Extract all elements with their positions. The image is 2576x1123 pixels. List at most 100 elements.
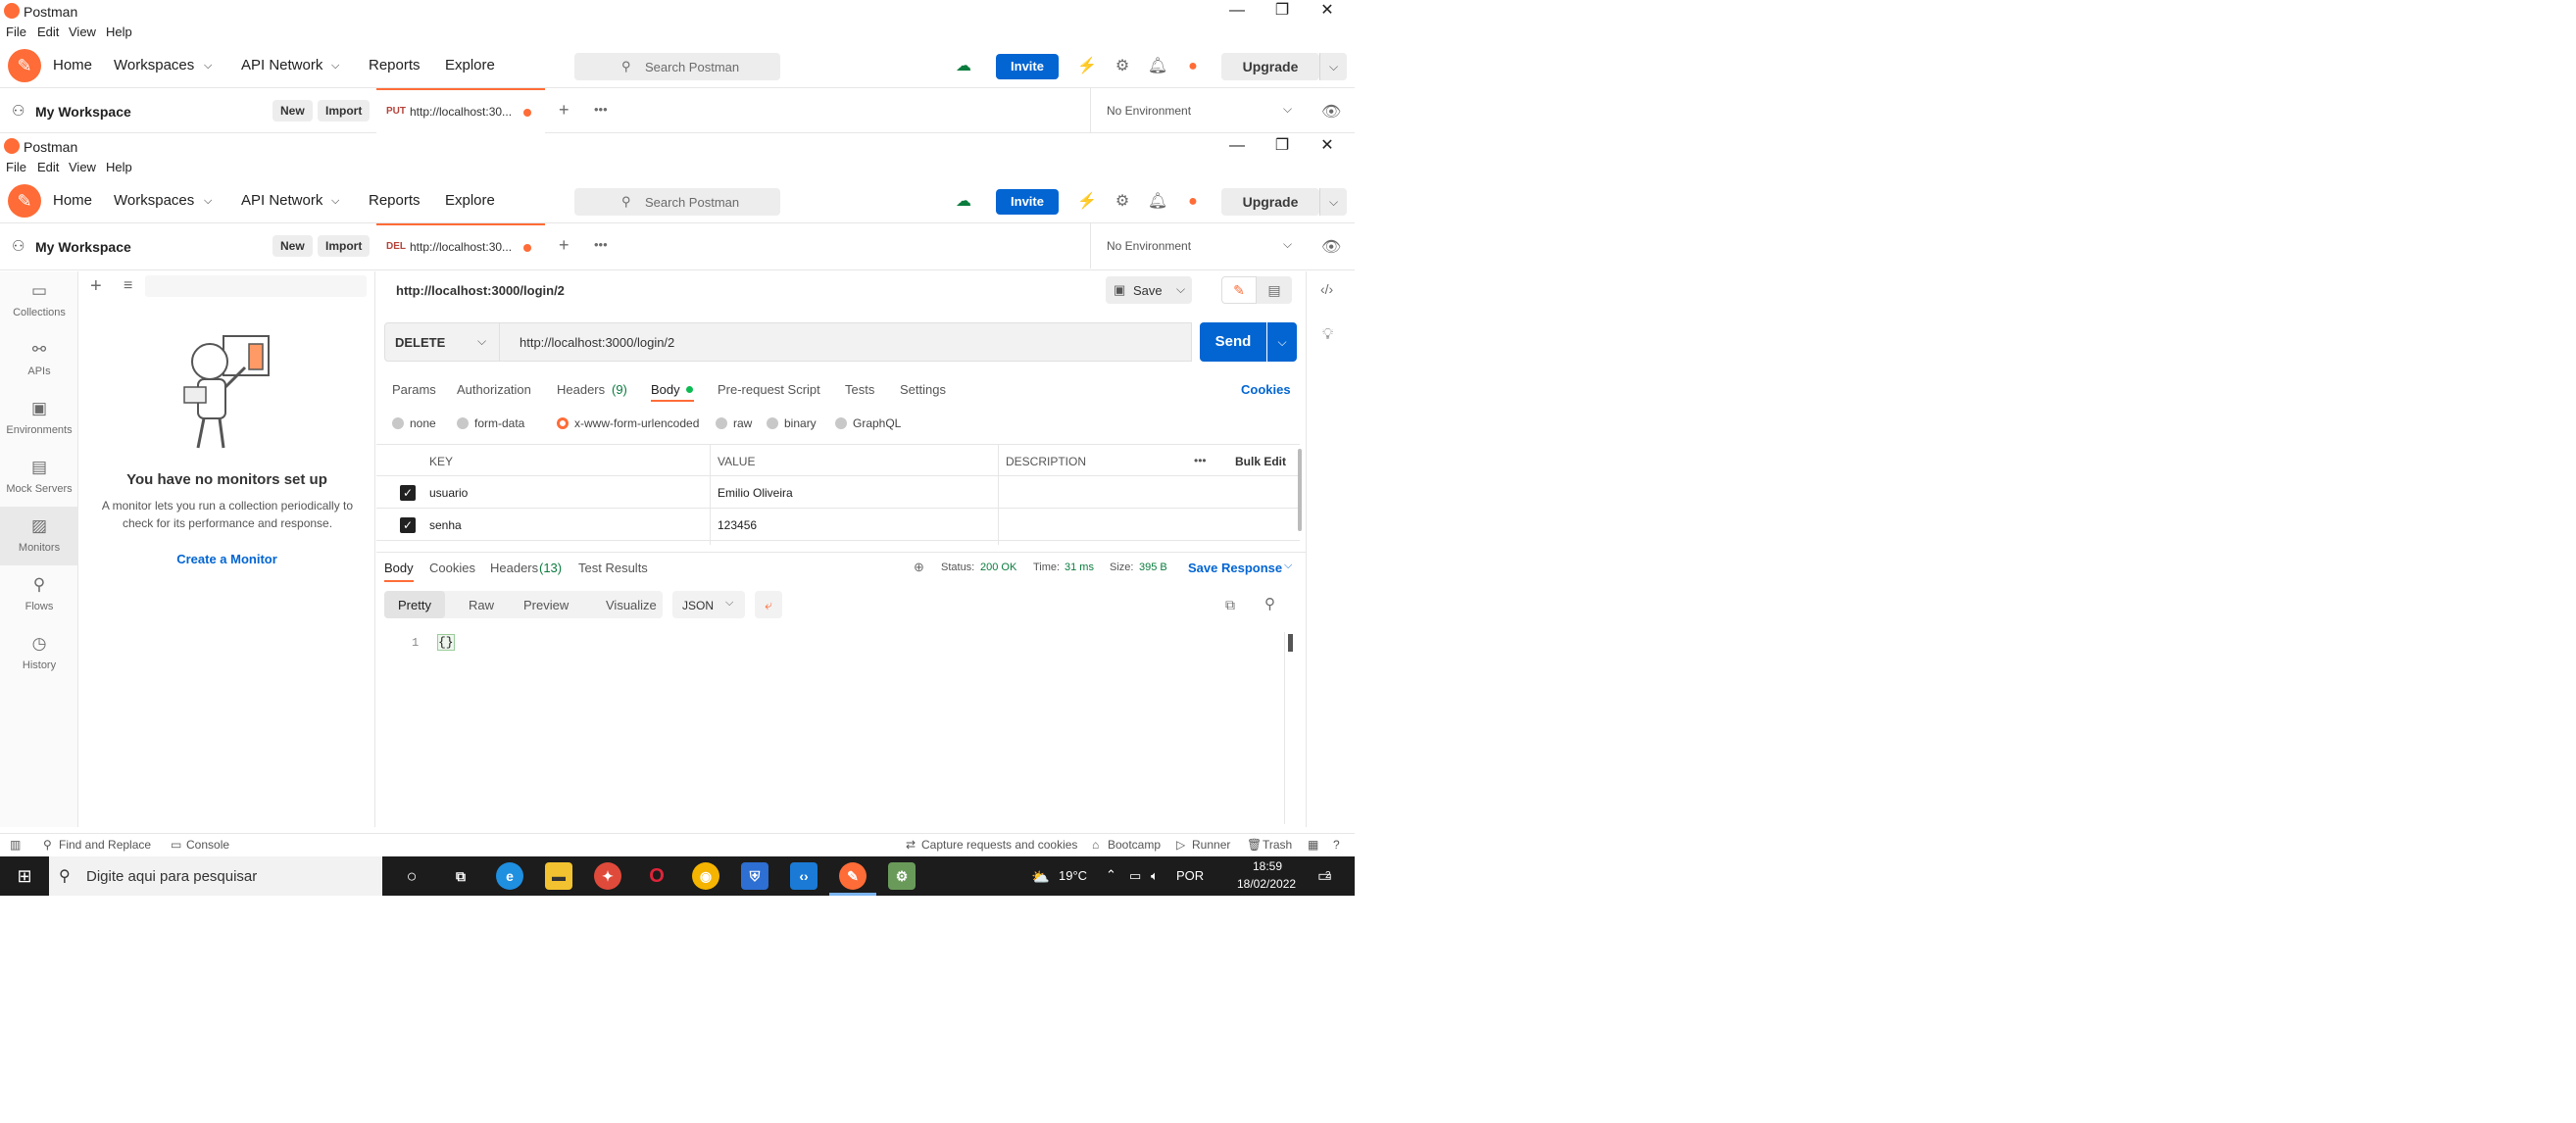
tab-tests[interactable]: Tests — [845, 382, 874, 397]
postman-home-icon[interactable]: ✎ — [8, 49, 41, 82]
restore-button[interactable]: ❐ — [1264, 135, 1300, 157]
create-monitor-link[interactable]: Create a Monitor — [78, 552, 375, 566]
nav-api-network[interactable]: API Network — [241, 192, 322, 209]
search-icon[interactable]: ⚲ — [1264, 595, 1275, 612]
search-box[interactable]: ⚲ Search Postman — [574, 188, 780, 216]
eye-icon[interactable]: 👁︎ — [1321, 237, 1341, 257]
format-select[interactable]: JSON ⌵ — [672, 591, 745, 618]
sync-cloud-icon[interactable]: ☁ — [953, 56, 974, 77]
runner-button[interactable]: Runner — [1192, 838, 1230, 852]
clock-time[interactable]: 18:59 — [1253, 859, 1282, 873]
lightbulb-icon[interactable]: 💡︎ — [1322, 326, 1333, 344]
postman-taskbar-icon[interactable]: ✎ — [839, 862, 867, 890]
rail-history[interactable]: ◷ History — [0, 624, 78, 683]
tab-headers[interactable]: Headers — [557, 382, 605, 397]
nav-reports[interactable]: Reports — [369, 57, 421, 73]
tab-settings[interactable]: Settings — [900, 382, 946, 397]
vscode-icon[interactable]: ‹› — [790, 862, 817, 890]
response-code[interactable]: {} — [437, 634, 455, 651]
app-red-icon[interactable]: ✦ — [594, 862, 621, 890]
row-key[interactable]: senha — [429, 518, 462, 532]
method-select[interactable]: DELETE ⌵ — [384, 322, 500, 362]
windows-start-icon[interactable]: ⊞ — [0, 856, 49, 896]
new-tab-icon[interactable]: + — [559, 100, 570, 121]
minimize-button[interactable]: — — [1219, 135, 1255, 157]
row-checkbox[interactable]: ✓ — [400, 517, 416, 533]
capture-button[interactable]: Capture requests and cookies — [921, 838, 1077, 852]
radio-raw[interactable] — [716, 417, 727, 429]
bootcamp-button[interactable]: Bootcamp — [1108, 838, 1161, 852]
network-icon[interactable]: ▭ — [1129, 868, 1141, 884]
taskbar-search-input[interactable]: ⚲ Digite aqui para pesquisar — [49, 856, 382, 896]
tab-pre-request-script[interactable]: Pre-request Script — [718, 382, 820, 397]
url-input[interactable]: http://localhost:3000/login/2 — [500, 322, 1192, 362]
nav-explore[interactable]: Explore — [445, 57, 495, 73]
restore-button[interactable]: ❐ — [1264, 0, 1300, 22]
rail-monitors[interactable]: ▨ Monitors — [0, 507, 78, 565]
globe-icon[interactable]: ⊕ — [914, 560, 924, 575]
new-button[interactable]: New — [272, 235, 313, 257]
radio-binary[interactable] — [767, 417, 778, 429]
tab-params[interactable]: Params — [392, 382, 436, 397]
more-tabs-icon[interactable]: ••• — [594, 102, 608, 117]
file-explorer-icon[interactable]: ▬ — [545, 862, 572, 890]
edge-icon[interactable]: e — [496, 862, 523, 890]
gear-icon[interactable]: ⚙ — [1112, 191, 1133, 213]
gear-icon[interactable]: ⚙ — [1112, 56, 1133, 77]
rail-apis[interactable]: ⚯ APIs — [0, 330, 78, 389]
code-icon[interactable]: ‹/› — [1320, 281, 1333, 297]
bell-icon[interactable]: 🔔︎ — [1147, 56, 1168, 77]
filter-icon[interactable]: ≡ — [124, 277, 132, 295]
edit-icon[interactable]: ✎ — [1221, 276, 1257, 304]
upgrade-chevron-icon[interactable]: ⌵ — [1319, 53, 1347, 80]
response-scrollbar[interactable] — [1288, 634, 1293, 652]
menu-file[interactable]: File — [6, 24, 26, 39]
sync-cloud-icon[interactable]: ☁ — [953, 191, 974, 213]
save-response-button[interactable]: Save Response — [1188, 561, 1282, 575]
eye-icon[interactable]: 👁︎ — [1321, 102, 1341, 122]
resp-tab-test-results[interactable]: Test Results — [578, 561, 648, 575]
workspace-name[interactable]: My Workspace — [35, 239, 131, 255]
resp-tab-body[interactable]: Body — [384, 561, 414, 575]
language-indicator[interactable]: POR — [1176, 868, 1204, 883]
request-tab[interactable]: PUT http://localhost:30... — [376, 88, 545, 133]
search-box[interactable]: ⚲ Search Postman — [574, 53, 780, 80]
nav-home[interactable]: Home — [53, 192, 92, 209]
save-button[interactable]: ▣ Save ⌵ — [1106, 276, 1192, 304]
resp-tab-cookies[interactable]: Cookies — [429, 561, 475, 575]
row-key[interactable]: usuario — [429, 486, 468, 500]
view-preview[interactable]: Preview — [523, 598, 569, 612]
rail-environments[interactable]: ▣ Environments — [0, 389, 78, 448]
upgrade-button[interactable]: Upgrade — [1221, 53, 1319, 80]
import-button[interactable]: Import — [318, 235, 371, 257]
invite-button[interactable]: Invite — [996, 189, 1059, 215]
close-button[interactable]: ✕ — [1310, 135, 1345, 157]
nav-workspaces[interactable]: Workspaces — [114, 57, 194, 73]
satellite-icon[interactable]: ⚡ — [1076, 191, 1098, 213]
close-button[interactable]: ✕ — [1310, 0, 1345, 22]
copy-icon[interactable]: ⧉ — [1225, 597, 1235, 613]
satellite-icon[interactable]: ⚡ — [1076, 56, 1098, 77]
request-tab[interactable]: DEL http://localhost:30... — [376, 223, 545, 269]
menu-edit[interactable]: Edit — [37, 160, 59, 174]
upgrade-chevron-icon[interactable]: ⌵ — [1319, 188, 1347, 216]
radio-graphql[interactable] — [835, 417, 847, 429]
more-options-icon[interactable]: ••• — [1194, 454, 1207, 467]
bell-icon[interactable]: 🔔︎ — [1147, 191, 1168, 213]
table-scrollbar[interactable] — [1298, 449, 1302, 531]
bulk-edit-button[interactable]: Bulk Edit — [1235, 455, 1286, 468]
new-button[interactable]: New — [272, 100, 313, 122]
cookies-link[interactable]: Cookies — [1241, 382, 1291, 397]
find-replace-button[interactable]: Find and Replace — [59, 838, 151, 852]
menu-help[interactable]: Help — [106, 160, 132, 174]
workspace-name[interactable]: My Workspace — [35, 104, 131, 120]
opera-icon[interactable]: O — [643, 862, 670, 890]
nav-reports[interactable]: Reports — [369, 192, 421, 209]
security-shield-icon[interactable]: ⛨ — [741, 862, 768, 890]
rail-collections[interactable]: ▭ Collections — [0, 271, 78, 330]
rail-mock-servers[interactable]: ▤ Mock Servers — [0, 448, 78, 507]
menu-view[interactable]: View — [69, 160, 96, 174]
environment-selector[interactable]: No Environment ⌵ — [1090, 88, 1304, 133]
upgrade-button[interactable]: Upgrade — [1221, 188, 1319, 216]
menu-help[interactable]: Help — [106, 24, 132, 39]
